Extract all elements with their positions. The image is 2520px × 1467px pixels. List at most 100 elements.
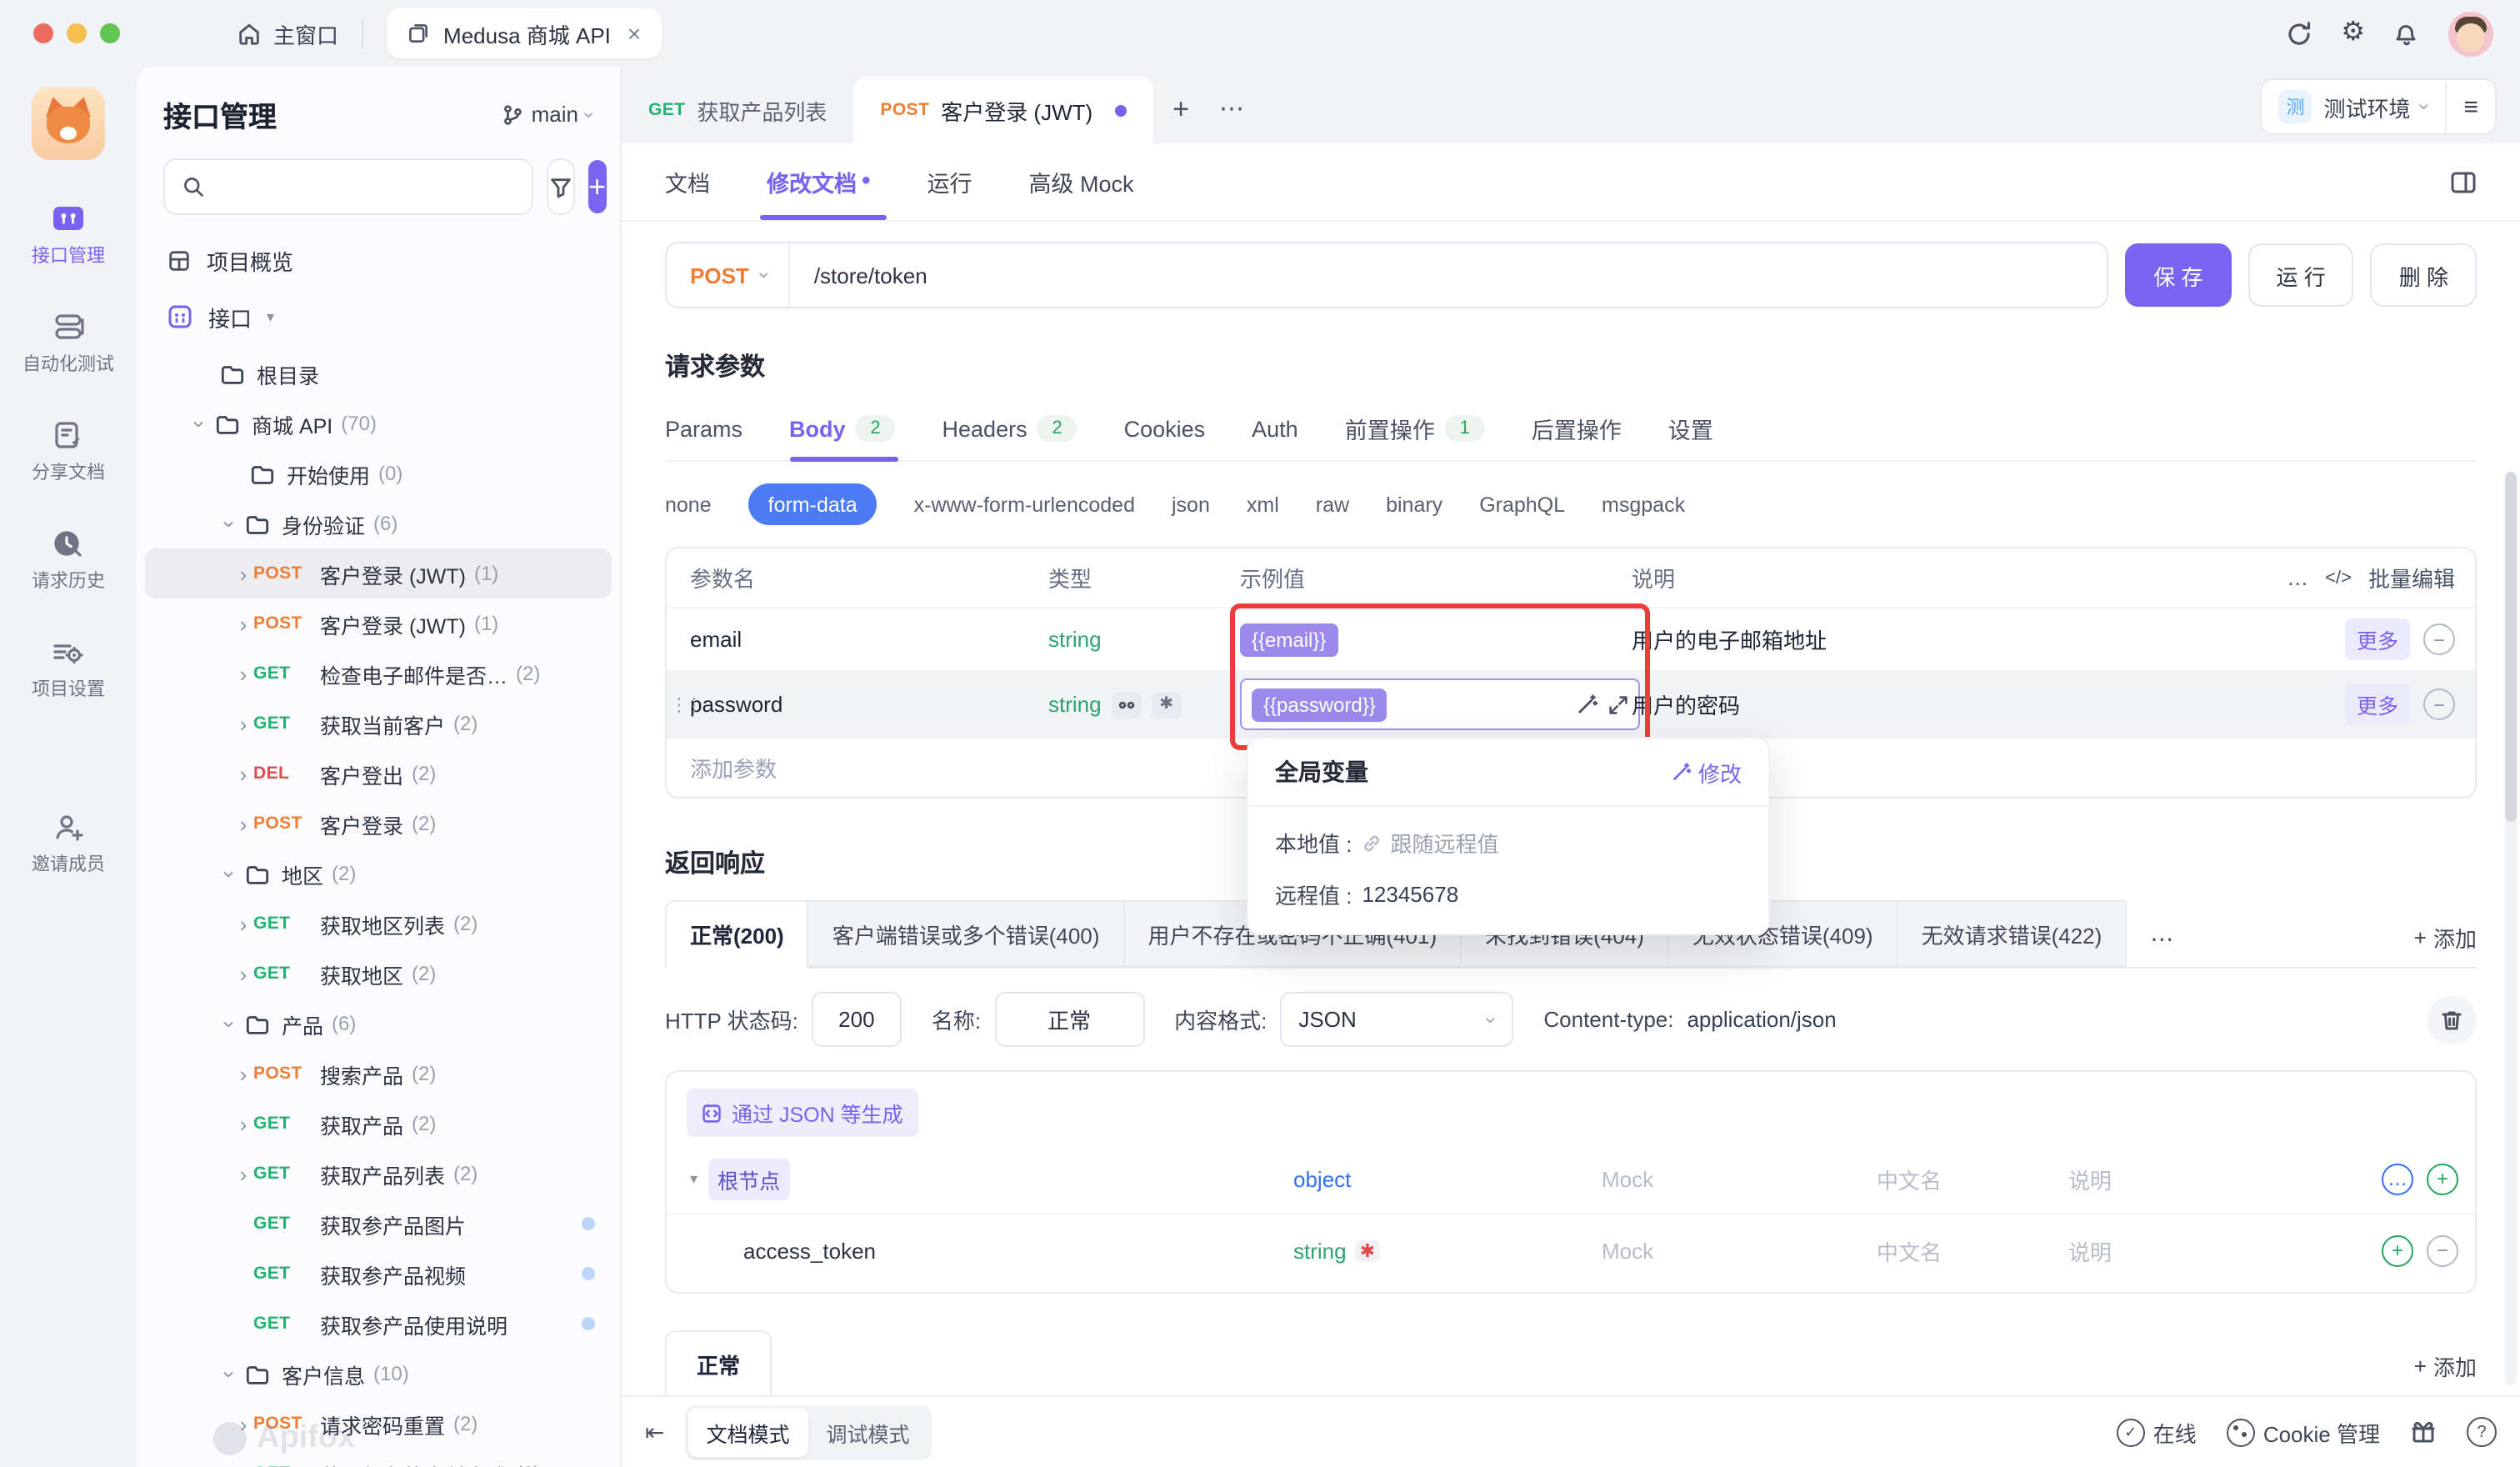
chevron-right-icon[interactable]: › <box>233 1061 253 1086</box>
tab-overflow-button[interactable]: ⋯ <box>1219 93 1246 123</box>
tab-auth[interactable]: Auth <box>1252 397 1298 460</box>
tree-api-search-product[interactable]: › POST 搜索产品 (2) <box>145 1049 612 1099</box>
project-logo[interactable] <box>32 87 105 160</box>
edit-variable-button[interactable]: 修改 <box>1672 756 1742 788</box>
body-type-graphql[interactable]: GraphQL <box>1479 493 1565 516</box>
sidebar-item-api-root[interactable]: 接口 ▾ <box>137 288 620 345</box>
schema-node-name[interactable]: 根节点 <box>708 1158 790 1199</box>
chevron-right-icon[interactable]: › <box>233 911 253 936</box>
gift-icon[interactable] <box>2410 1419 2437 1445</box>
schema-row-root[interactable]: ▾ 根节点 object Mock 中文名 说明 … + <box>667 1144 2475 1215</box>
environment-menu-button[interactable]: ≡ <box>2447 93 2495 121</box>
branch-selector[interactable]: main › <box>502 102 593 127</box>
param-name[interactable]: password <box>690 692 1048 717</box>
home-tab[interactable]: 主窗口 <box>237 18 338 49</box>
settings-gear-icon[interactable]: ⚙ <box>2341 20 2365 47</box>
doc-mode-button[interactable]: 文档模式 <box>688 1408 808 1456</box>
run-button[interactable]: 运 行 <box>2248 243 2354 307</box>
refresh-icon[interactable] <box>2284 19 2312 48</box>
close-window-button[interactable] <box>33 23 53 43</box>
response-tab-200[interactable]: 正常(200) <box>665 900 809 969</box>
tree-api-product-videos[interactable]: GET 获取参产品视频 <box>145 1249 612 1299</box>
add-child-icon[interactable]: + <box>2427 1163 2458 1194</box>
param-value-editor[interactable]: {{password}} <box>1240 678 1640 730</box>
zoom-window-button[interactable] <box>100 23 120 43</box>
schema-desc[interactable]: 说明 <box>2068 1234 2318 1266</box>
param-value-chip[interactable]: {{password}} <box>1252 688 1388 721</box>
tree-folder-mall-api[interactable]: › 商城 API (70) <box>145 398 612 448</box>
tree-folder-getting-started[interactable]: 开始使用 (0) <box>145 448 612 498</box>
param-row-email[interactable]: email string {{email}} 用户的电子邮箱地址 更多 − <box>667 608 2475 672</box>
tree-api-login-jwt[interactable]: › POST 客户登录 (JWT) (1) <box>145 548 612 598</box>
response-tab-400[interactable]: 客户端错误或多个错误(400) <box>809 900 1125 967</box>
debug-mode-button[interactable]: 调试模式 <box>808 1408 928 1456</box>
body-type-msgpack[interactable]: msgpack <box>1602 493 1685 516</box>
response-name-input[interactable]: 正常 <box>994 992 1144 1047</box>
remove-row-icon[interactable]: − <box>2423 623 2455 655</box>
chevron-right-icon[interactable]: › <box>233 1411 253 1436</box>
add-api-button[interactable]: + <box>588 160 606 213</box>
chevron-right-icon[interactable]: › <box>233 761 253 786</box>
tree-folder-auth[interactable]: › 身份验证 (6) <box>145 498 612 548</box>
tab-advanced-mock[interactable]: 高级 Mock <box>1029 143 1134 220</box>
drag-handle-icon[interactable]: ⋮⋮ <box>670 693 700 715</box>
param-name[interactable]: email <box>690 627 1048 652</box>
tree-api-password-reset[interactable]: › POST 请求密码重置 (2) <box>145 1399 612 1449</box>
more-button[interactable]: 更多 <box>2345 618 2410 660</box>
remove-row-icon[interactable]: − <box>2423 688 2455 720</box>
tab-post-ops[interactable]: 后置操作 <box>1532 397 1622 460</box>
rail-item-api-manage[interactable]: 接口管理 <box>32 203 105 268</box>
tab-doc[interactable]: 文档 <box>665 143 710 220</box>
param-row-password[interactable]: ⋮⋮ password string ✱ <box>667 672 2475 739</box>
content-format-select[interactable]: JSON › <box>1280 992 1513 1047</box>
tab-edit-doc[interactable]: 修改文档 • <box>767 143 871 220</box>
delete-button[interactable]: 删 除 <box>2371 243 2477 307</box>
tree-folder-root[interactable]: 根目录 <box>145 348 612 398</box>
collapse-sidebar-icon[interactable]: ⇤ <box>645 1418 664 1446</box>
tree-api-check-email[interactable]: › GET 检查电子邮件是否… (2) <box>145 648 612 698</box>
response-tab-422[interactable]: 无效请求错误(422) <box>1898 900 2128 967</box>
tree-api-saved-payment-methods[interactable]: › GET 获取保存的支付方式 (2) <box>145 1449 612 1467</box>
toggle-side-panel-icon[interactable] <box>2450 169 2477 194</box>
tree-api-region-list[interactable]: › GET 获取地区列表 (2) <box>145 899 612 949</box>
body-type-none[interactable]: none <box>665 493 712 516</box>
param-type[interactable]: string <box>1048 627 1102 652</box>
add-field-icon[interactable]: + <box>2382 1234 2413 1266</box>
rail-item-request-history[interactable]: 请求历史 <box>32 528 105 593</box>
add-response-button[interactable]: + 添加 <box>2414 922 2477 967</box>
cookie-manager-button[interactable]: Cookie 管理 <box>2227 1416 2380 1448</box>
tree-folder-product[interactable]: › 产品 (6) <box>145 999 612 1049</box>
search-input[interactable] <box>215 173 515 201</box>
help-icon[interactable]: ? <box>2467 1417 2497 1447</box>
chevron-right-icon[interactable]: › <box>233 1161 253 1186</box>
code-view-icon[interactable]: </> <box>2325 568 2352 588</box>
notifications-bell-icon[interactable] <box>2393 20 2420 47</box>
delete-response-button[interactable] <box>2427 994 2477 1044</box>
tab-body[interactable]: Body 2 <box>789 397 896 460</box>
param-value-chip[interactable]: {{email}} <box>1240 623 1338 656</box>
tab-customer-login-jwt[interactable]: POST 客户登录 (JWT) <box>853 77 1152 143</box>
schema-type[interactable]: object <box>1293 1166 1602 1191</box>
new-tab-button[interactable]: + <box>1172 93 1189 127</box>
chevron-expanded-icon[interactable]: › <box>218 864 242 884</box>
tree-api-get-product[interactable]: › GET 获取产品 (2) <box>145 1099 612 1149</box>
param-type[interactable]: string <box>1048 692 1102 717</box>
response-tabs-overflow-icon[interactable]: ⋯ <box>2150 925 2175 967</box>
tab-get-product-list[interactable]: GET 获取产品列表 <box>622 77 853 143</box>
search-box[interactable] <box>163 158 533 215</box>
body-type-binary[interactable]: binary <box>1386 493 1442 516</box>
tree-api-get-product-list[interactable]: › GET 获取产品列表 (2) <box>145 1149 612 1199</box>
type-options-icon[interactable] <box>1112 691 1142 718</box>
filter-button[interactable] <box>547 158 575 215</box>
body-type-urlencoded[interactable]: x-www-form-urlencoded <box>914 493 1135 516</box>
more-button[interactable]: 更多 <box>2345 683 2410 725</box>
tab-params[interactable]: Params <box>665 397 742 460</box>
chevron-right-icon[interactable]: › <box>233 561 253 586</box>
schema-type[interactable]: string <box>1293 1238 1347 1263</box>
close-tab-icon[interactable]: × <box>628 20 641 47</box>
schema-cn-name[interactable]: 中文名 <box>1877 1163 2068 1194</box>
tree-api-get-region[interactable]: › GET 获取地区 (2) <box>145 949 612 999</box>
more-options-icon[interactable]: … <box>2287 565 2308 590</box>
example-tab-normal[interactable]: 正常 <box>665 1330 772 1395</box>
tree-api-login-jwt-2[interactable]: › POST 客户登录 (JWT) (1) <box>145 598 612 648</box>
